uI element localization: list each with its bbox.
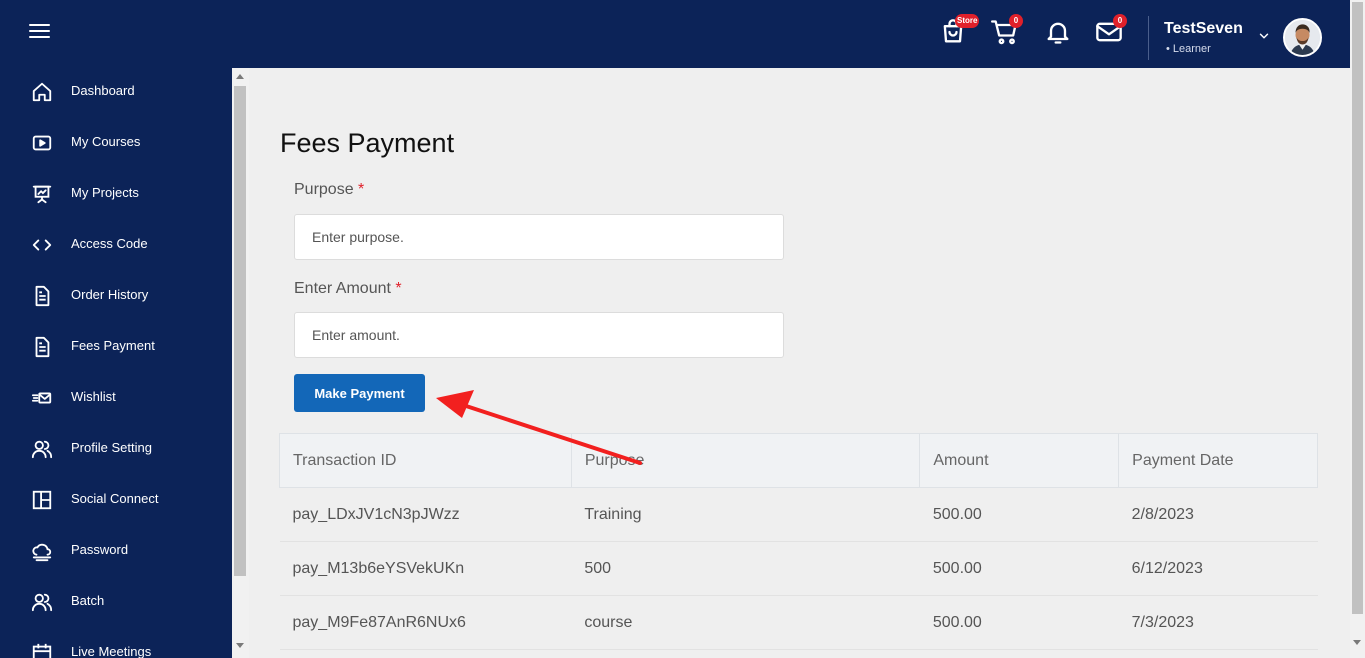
sidebar-item-label: My Projects [71,185,139,200]
store-badge: Store [955,14,980,28]
purpose-cell: course [571,595,920,650]
column-header: Transaction ID [279,433,572,488]
scroll-up-arrow-icon[interactable] [236,74,244,79]
sidebar-item-label: Profile Setting [71,440,152,455]
store-bag-icon[interactable]: Store [939,14,980,48]
scroll-down-arrow-icon[interactable] [236,643,244,648]
amount-input[interactable] [294,312,784,358]
purpose-cell: 500 [571,541,920,596]
column-header: Amount [919,433,1120,488]
calendar-icon [31,642,53,658]
cart-badge: 0 [1009,14,1023,28]
sidebar-item-label: Fees Payment [71,338,155,353]
sidebar-item-fees-payment[interactable]: Fees Payment [0,323,232,374]
mail-icon[interactable]: 0 [1095,14,1127,48]
sidebar-item-label: Batch [71,593,105,608]
purpose-label-text: Purpose [294,181,354,198]
transaction-id-cell: pay_M13b6eYSVekUKn [279,541,572,596]
table-header-row: Transaction ID Purpose Amount Payment Da… [279,433,1318,488]
table-row: pay_M9Fe87AnR6NUx6 course 500.00 7/3/202… [279,595,1318,650]
mail-badge: 0 [1113,14,1127,28]
divider [1148,16,1149,60]
amount-cell: 500.00 [919,541,1119,596]
purpose-label: Purpose * [294,181,364,199]
cart-icon[interactable]: 0 [991,14,1023,48]
document-icon [31,336,53,358]
layout-icon [31,489,53,511]
bell-icon[interactable] [1044,18,1074,48]
code-icon [31,234,53,256]
sidebar-item-wishlist[interactable]: Wishlist [0,374,232,425]
page-title: Fees Payment [280,128,455,158]
purpose-input[interactable] [294,214,784,260]
transaction-id-cell: pay_M9Fe87AnR6NUx6 [279,595,572,650]
mail-fast-icon [31,387,53,409]
chevron-down-icon[interactable] [1257,29,1271,43]
make-payment-button[interactable]: Make Payment [294,374,425,412]
menu-icon[interactable] [29,24,50,39]
column-header: Payment Date [1118,433,1318,488]
sidebar-item-label: Dashboard [71,83,135,98]
transaction-id-cell: pay_LDxJV1cN3pJWzz [279,487,572,542]
document-icon [31,285,53,307]
payment-date-cell: 7/3/2023 [1118,595,1318,650]
top-bar: Store 0 0 TestSeven • Learner [0,0,1350,68]
sidebar-item-label: Order History [71,287,149,302]
sidebar-item-my-courses[interactable]: My Courses [0,119,232,170]
required-mark: * [358,181,365,198]
video-icon [31,132,53,154]
users-icon [31,438,53,460]
amount-label-text: Enter Amount [294,280,391,297]
column-header: Purpose [570,433,921,488]
sidebar-item-access-code[interactable]: Access Code [0,221,232,272]
amount-cell: 500.00 [919,595,1119,650]
user-name[interactable]: TestSeven [1164,20,1243,38]
sidebar-item-batch[interactable]: Batch [0,578,232,629]
home-icon [31,81,53,103]
sidebar-item-password[interactable]: Password [0,527,232,578]
payment-date-cell: 6/12/2023 [1118,541,1318,596]
sidebar-item-label: Wishlist [71,389,116,404]
users-icon [31,591,53,613]
sidebar-item-my-projects[interactable]: My Projects [0,170,232,221]
sidebar-item-label: My Courses [71,134,141,149]
presentation-icon [31,183,53,205]
amount-cell: 500.00 [919,487,1119,542]
purpose-cell: Training [571,487,920,542]
required-mark: * [395,280,402,297]
page-scrollbar[interactable] [1350,0,1365,658]
sidebar-item-live-meetings[interactable]: Live Meetings [0,629,232,658]
sidebar-item-profile-setting[interactable]: Profile Setting [0,425,232,476]
avatar[interactable] [1283,18,1322,57]
transactions-table: Transaction ID Purpose Amount Payment Da… [279,433,1318,650]
sidebar-item-label: Social Connect [71,491,159,506]
sidebar-item-dashboard[interactable]: Dashboard [0,68,232,119]
sidebar: Dashboard My Courses My Projects Access … [0,68,232,658]
sidebar-item-social-connect[interactable]: Social Connect [0,476,232,527]
scroll-down-arrow-icon[interactable] [1353,640,1361,645]
sidebar-item-label: Password [71,542,129,557]
amount-label: Enter Amount * [294,280,402,298]
sidebar-item-order-history[interactable]: Order History [0,272,232,323]
sidebar-scrollbar[interactable] [232,68,249,658]
scrollbar-thumb[interactable] [234,86,246,576]
table-row: pay_M13b6eYSVekUKn 500 500.00 6/12/2023 [279,541,1318,596]
cloud-lock-icon [31,540,53,562]
payment-date-cell: 2/8/2023 [1118,487,1318,542]
user-role: • Learner [1166,43,1211,55]
sidebar-item-label: Access Code [71,236,148,251]
sidebar-item-label: Live Meetings [71,644,152,658]
table-row: pay_LDxJV1cN3pJWzz Training 500.00 2/8/2… [279,487,1318,542]
scrollbar-thumb[interactable] [1352,2,1363,614]
